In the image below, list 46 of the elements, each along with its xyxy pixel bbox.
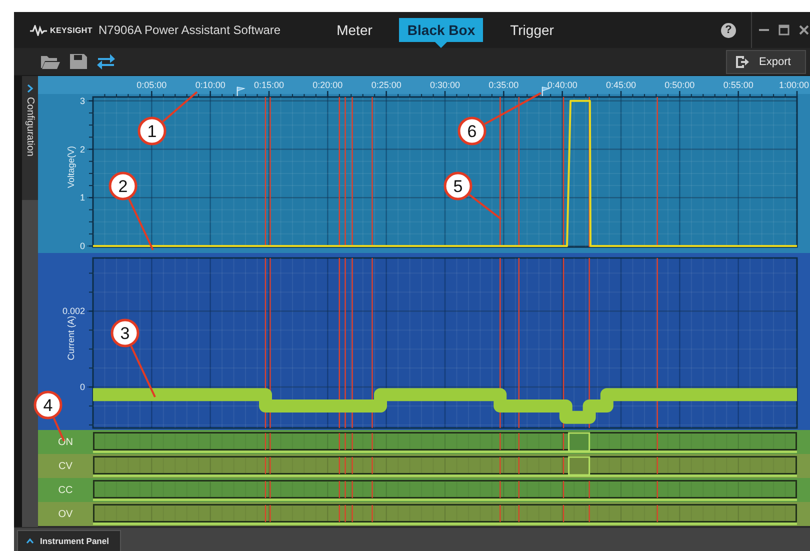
axis-tick-label: 1	[80, 192, 85, 203]
axis-title: Current (A)	[66, 316, 76, 360]
close-icon[interactable]	[798, 24, 810, 36]
time-tick-label: 0:30:00	[430, 80, 460, 90]
flag-icon[interactable]	[236, 86, 246, 96]
swap-arrows-icon[interactable]	[96, 53, 116, 70]
time-tick-label: 0:45:00	[606, 80, 636, 90]
leader-line	[130, 346, 156, 398]
tab[interactable]: Meter	[328, 18, 382, 42]
time-tick-label: 0:20:00	[312, 80, 343, 90]
signal-label: CC	[57, 484, 74, 498]
signal-label: OV	[57, 508, 74, 522]
time-tick-label: 0:35:00	[488, 80, 519, 90]
time-tick-label: 0:15:00	[254, 80, 284, 90]
time-tick-label: 0:05:00	[136, 80, 167, 90]
window-title: N7906A Power Assistant Software	[98, 23, 281, 37]
tab[interactable]: Trigger	[501, 18, 563, 42]
leader-line	[162, 91, 198, 122]
time-tick-label: 0:25:00	[371, 80, 402, 90]
maximize-icon[interactable]	[778, 24, 790, 36]
axis-tick-label: 0	[80, 382, 85, 392]
save-icon[interactable]	[68, 53, 88, 70]
instrument-panel-tab[interactable]: Instrument Panel	[17, 530, 121, 551]
expand-icon[interactable]	[26, 84, 34, 93]
time-tick-label: 1:00:00	[778, 80, 809, 90]
signal-label: CV	[58, 460, 74, 474]
axis-tick-label: 0	[80, 241, 85, 252]
leader-line	[468, 194, 502, 220]
help-button[interactable]: ?	[721, 22, 736, 38]
export-icon	[735, 54, 749, 68]
leader-line	[128, 198, 154, 250]
leader-line	[484, 92, 542, 125]
logo-icon	[30, 24, 47, 36]
flag-icon[interactable]	[542, 86, 550, 96]
time-tick-label: 0:10:00	[195, 80, 226, 90]
time-tick-label: 0:40:00	[547, 80, 578, 90]
folder-icon[interactable]	[40, 53, 60, 70]
axis-title: Voltage(V)	[66, 146, 76, 188]
export-button[interactable]: Export	[726, 50, 806, 74]
brand-name: KEYSIGHT	[50, 26, 92, 34]
caret-icon	[26, 538, 34, 544]
axis-tick-label: 3	[80, 96, 85, 106]
time-tick-label: 0:55:00	[723, 80, 754, 90]
axis-tick-label: 2	[80, 144, 85, 154]
axis-tick-label: 0.002	[62, 306, 85, 316]
time-tick-label: 0:50:00	[664, 80, 695, 90]
